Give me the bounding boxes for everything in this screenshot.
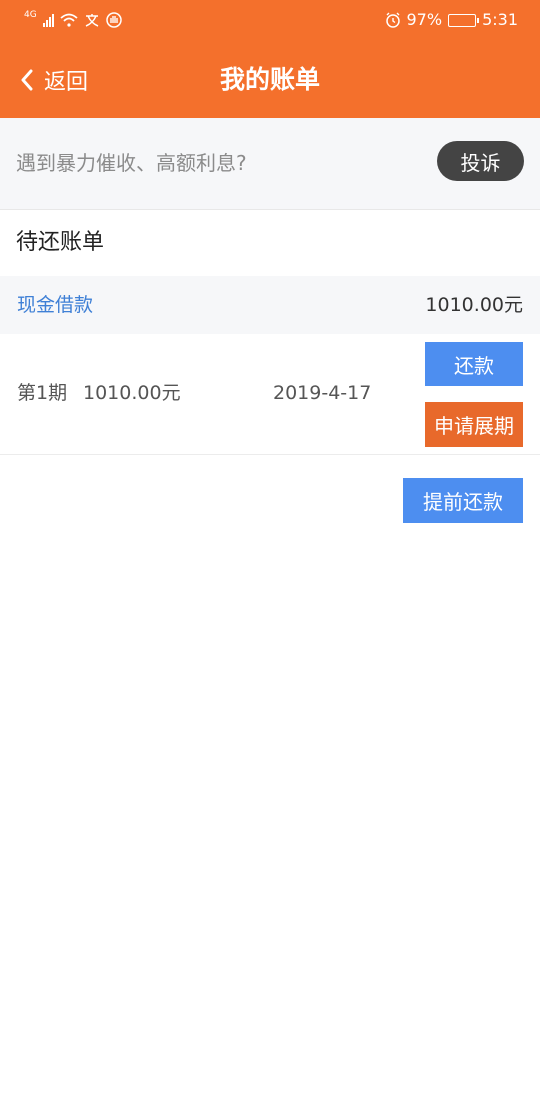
apply-extension-button[interactable]: 申请展期 (425, 402, 523, 447)
complaint-text: 遇到暴力催收、高额利息? (16, 151, 247, 175)
alarm-icon (385, 12, 400, 28)
page-title: 我的账单 (219, 65, 320, 94)
complaint-button[interactable]: 投诉 (437, 141, 524, 181)
repay-button[interactable]: 还款 (425, 342, 523, 386)
section-title: 待还账单 (16, 230, 105, 255)
loan-summary-row: 现金借款 1010.00元 (0, 276, 540, 334)
hand-icon (105, 12, 122, 28)
signal-icon (42, 13, 54, 27)
installment-due-date: 2019-4-17 (273, 382, 372, 404)
complaint-banner: 遇到暴力催收、高额利息? 投诉 (0, 118, 540, 210)
wifi-icon (60, 13, 78, 27)
installment-amount: 1010.00元 (83, 382, 181, 404)
installment-row: 第1期 1010.00元 2019-4-17 还款 申请展期 (0, 334, 540, 455)
network-type: 4G (24, 10, 37, 20)
early-repay-button[interactable]: 提前还款 (403, 478, 523, 523)
battery-icon (448, 13, 480, 27)
status-right-icons: 97% 5:31 (385, 10, 518, 30)
loan-amount: 1010.00元 (425, 294, 523, 316)
nav-bar: 返回 我的账单 (0, 40, 540, 118)
battery-percent: 97% (406, 10, 443, 29)
clock: 5:31 (482, 10, 518, 29)
status-left-icons: 4G (24, 10, 122, 30)
loan-type: 现金借款 (17, 294, 94, 316)
installment-period: 第1期 (17, 382, 68, 404)
app-header: 4G 97% 5:31 返回 我的账单 (0, 0, 540, 118)
status-bar: 4G 97% 5:31 (0, 0, 540, 40)
translate-icon (85, 14, 99, 27)
